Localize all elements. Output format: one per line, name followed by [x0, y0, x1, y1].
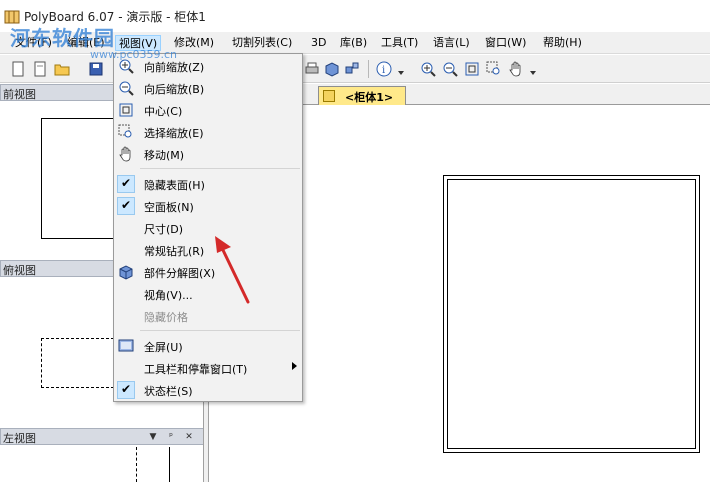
zoom-select-icon — [118, 124, 132, 138]
info-icon[interactable]: i — [376, 61, 392, 77]
menu-item-label: 工具栏和停靠窗口(T) — [144, 363, 248, 376]
document-tab[interactable]: <柜体1> — [318, 86, 406, 105]
save-icon[interactable] — [88, 61, 104, 77]
zoom-out-icon[interactable] — [442, 61, 458, 77]
cabinet-outline-inner — [447, 179, 696, 449]
toolbar-separator — [368, 60, 369, 78]
zoom-out-icon — [119, 81, 134, 96]
menu-item-zoom-select[interactable]: 选择缩放(E) — [114, 121, 302, 143]
menu-item-label: 尺寸(D) — [144, 223, 184, 236]
close-icon[interactable]: ✕ — [183, 431, 195, 443]
exploded-view-icon — [119, 265, 133, 280]
menu-item-label: 选择缩放(E) — [144, 127, 204, 140]
menu-window[interactable]: 窗口(W) — [482, 35, 529, 51]
checkmark-icon: ✔ — [117, 381, 135, 399]
menu-cutlist[interactable]: 切割列表(C) — [229, 35, 295, 51]
menu-item-label: 隐藏价格 — [144, 311, 188, 324]
watermark-url: www.pc0359.cn — [90, 48, 178, 61]
annotation-arrow-icon — [215, 236, 250, 304]
checkmark-icon: ✔ — [117, 175, 135, 193]
checkmark-icon: ✔ — [117, 197, 135, 215]
front-view-title: 前视图 — [3, 88, 36, 101]
menu-item-label: 隐藏表面(H) — [144, 179, 205, 192]
front-view-cabinet-outline — [41, 118, 114, 239]
menu-3d[interactable]: 3D — [308, 35, 329, 51]
print-icon[interactable] — [304, 61, 320, 77]
fullscreen-icon — [118, 339, 134, 352]
new-file-icon[interactable] — [10, 61, 26, 77]
menu-separator — [140, 330, 300, 331]
menu-item-label: 常规钻孔(R) — [144, 245, 205, 258]
cube-front-icon[interactable] — [324, 61, 340, 77]
open-folder-icon[interactable] — [54, 61, 70, 77]
zoom-extents-icon[interactable] — [464, 61, 480, 77]
menu-item-empty-panels[interactable]: ✔ 空面板(N) — [114, 195, 302, 217]
menu-item-zoom-out[interactable]: 向后缩放(B) — [114, 77, 302, 99]
pane-menu-chevron-icon[interactable]: ▼ — [147, 431, 159, 443]
zoom-in-icon[interactable] — [420, 61, 436, 77]
menu-modify[interactable]: 修改(M) — [171, 35, 217, 51]
toolbar-overflow-chevron-icon[interactable] — [530, 63, 536, 77]
menu-separator — [140, 168, 300, 169]
zoom-select-icon[interactable] — [486, 61, 502, 77]
pan-hand-icon — [119, 146, 131, 162]
svg-text:i: i — [382, 65, 385, 76]
watermark-logo: 河东软件园 — [10, 26, 115, 50]
menu-item-center[interactable]: 中心(C) — [114, 99, 302, 121]
menu-item-label: 中心(C) — [144, 105, 183, 118]
left-view-title-bar: 左视图 ▼ ᵖ ✕ — [0, 428, 204, 445]
top-view-cabinet-outline — [41, 338, 114, 388]
top-view-title: 俯视图 — [3, 264, 36, 277]
menu-item-label: 视角(V)... — [144, 289, 193, 302]
menu-item-label: 空面板(N) — [144, 201, 194, 214]
menu-item-label: 状态栏(S) — [144, 385, 193, 398]
menu-item-label: 向后缩放(B) — [144, 83, 205, 96]
new-doc-icon[interactable] — [32, 61, 48, 77]
toolbar-overflow-chevron-icon[interactable] — [398, 63, 404, 77]
left-view-cabinet-outline — [136, 447, 170, 482]
menu-language[interactable]: 语言(L) — [430, 35, 473, 51]
center-icon — [119, 103, 133, 117]
menu-item-toolbars-and-docking[interactable]: 工具栏和停靠窗口(T) — [114, 357, 302, 379]
menu-item-label: 向前缩放(Z) — [144, 61, 205, 74]
menu-library[interactable]: 库(B) — [337, 35, 370, 51]
submenu-arrow-icon — [292, 362, 297, 370]
document-icon — [323, 90, 335, 102]
menu-help[interactable]: 帮助(H) — [540, 35, 585, 51]
cube-explode-icon[interactable] — [344, 61, 360, 77]
menu-item-status-bar[interactable]: ✔ 状态栏(S) — [114, 379, 302, 401]
menu-item-label: 移动(M) — [144, 149, 185, 162]
menu-item-fullscreen[interactable]: 全屏(U) — [114, 335, 302, 357]
menu-item-label: 全屏(U) — [144, 341, 183, 354]
document-tab-label: <柜体1> — [345, 91, 394, 104]
pin-icon[interactable]: ᵖ — [165, 431, 177, 443]
left-view-title: 左视图 — [3, 432, 36, 445]
menu-item-hide-surfaces[interactable]: ✔ 隐藏表面(H) — [114, 173, 302, 195]
menu-item-pan[interactable]: 移动(M) — [114, 143, 302, 165]
menu-tools[interactable]: 工具(T) — [378, 35, 421, 51]
pan-hand-icon[interactable] — [508, 61, 524, 77]
